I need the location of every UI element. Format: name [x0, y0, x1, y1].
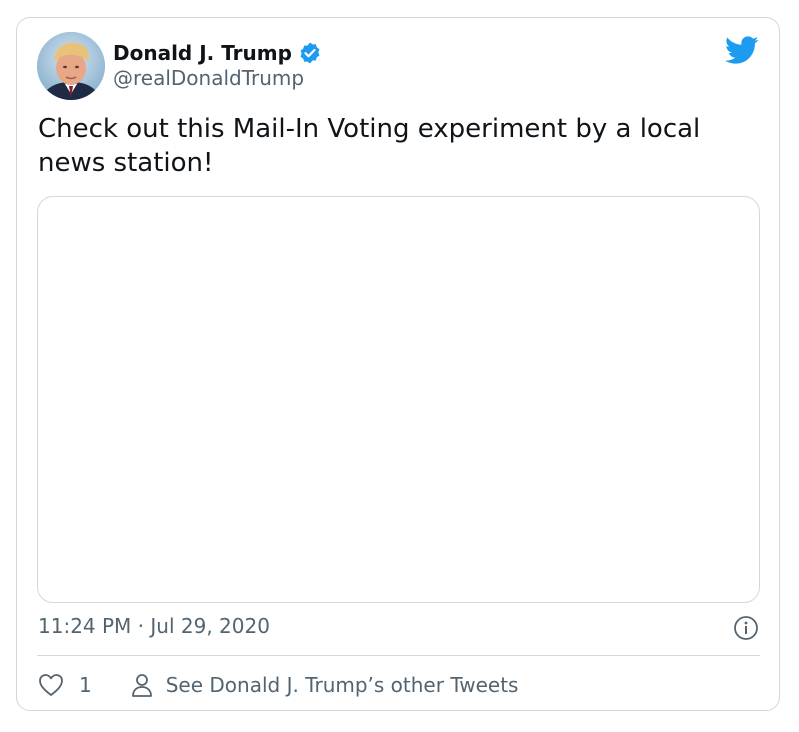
tweet-card: Donald J. Trump @realDonaldTrump Check o… [16, 17, 780, 711]
person-icon [130, 672, 154, 698]
author-avatar[interactable] [37, 32, 105, 100]
tweet-actions: 1 See Donald J. Trump’s other Tweets [37, 670, 518, 700]
author-name-row[interactable]: Donald J. Trump [113, 38, 322, 68]
verified-badge-icon [298, 41, 322, 65]
divider [37, 655, 760, 656]
see-other-tweets-label[interactable]: See Donald J. Trump’s other Tweets [166, 673, 519, 697]
tweet-timestamp[interactable]: 11:24 PM · Jul 29, 2020 [38, 614, 270, 638]
heart-icon[interactable] [37, 671, 65, 699]
info-icon[interactable] [733, 615, 759, 641]
twitter-bird-icon[interactable] [725, 36, 759, 66]
see-other-tweets-link[interactable]: See Donald J. Trump’s other Tweets [130, 672, 519, 698]
tweet-media-embed[interactable] [37, 196, 760, 603]
author-display-name[interactable]: Donald J. Trump [113, 41, 292, 65]
author-handle[interactable]: @realDonaldTrump [113, 66, 304, 90]
like-count[interactable]: 1 [79, 673, 92, 697]
tweet-text: Check out this Mail-In Voting experiment… [38, 114, 701, 178]
